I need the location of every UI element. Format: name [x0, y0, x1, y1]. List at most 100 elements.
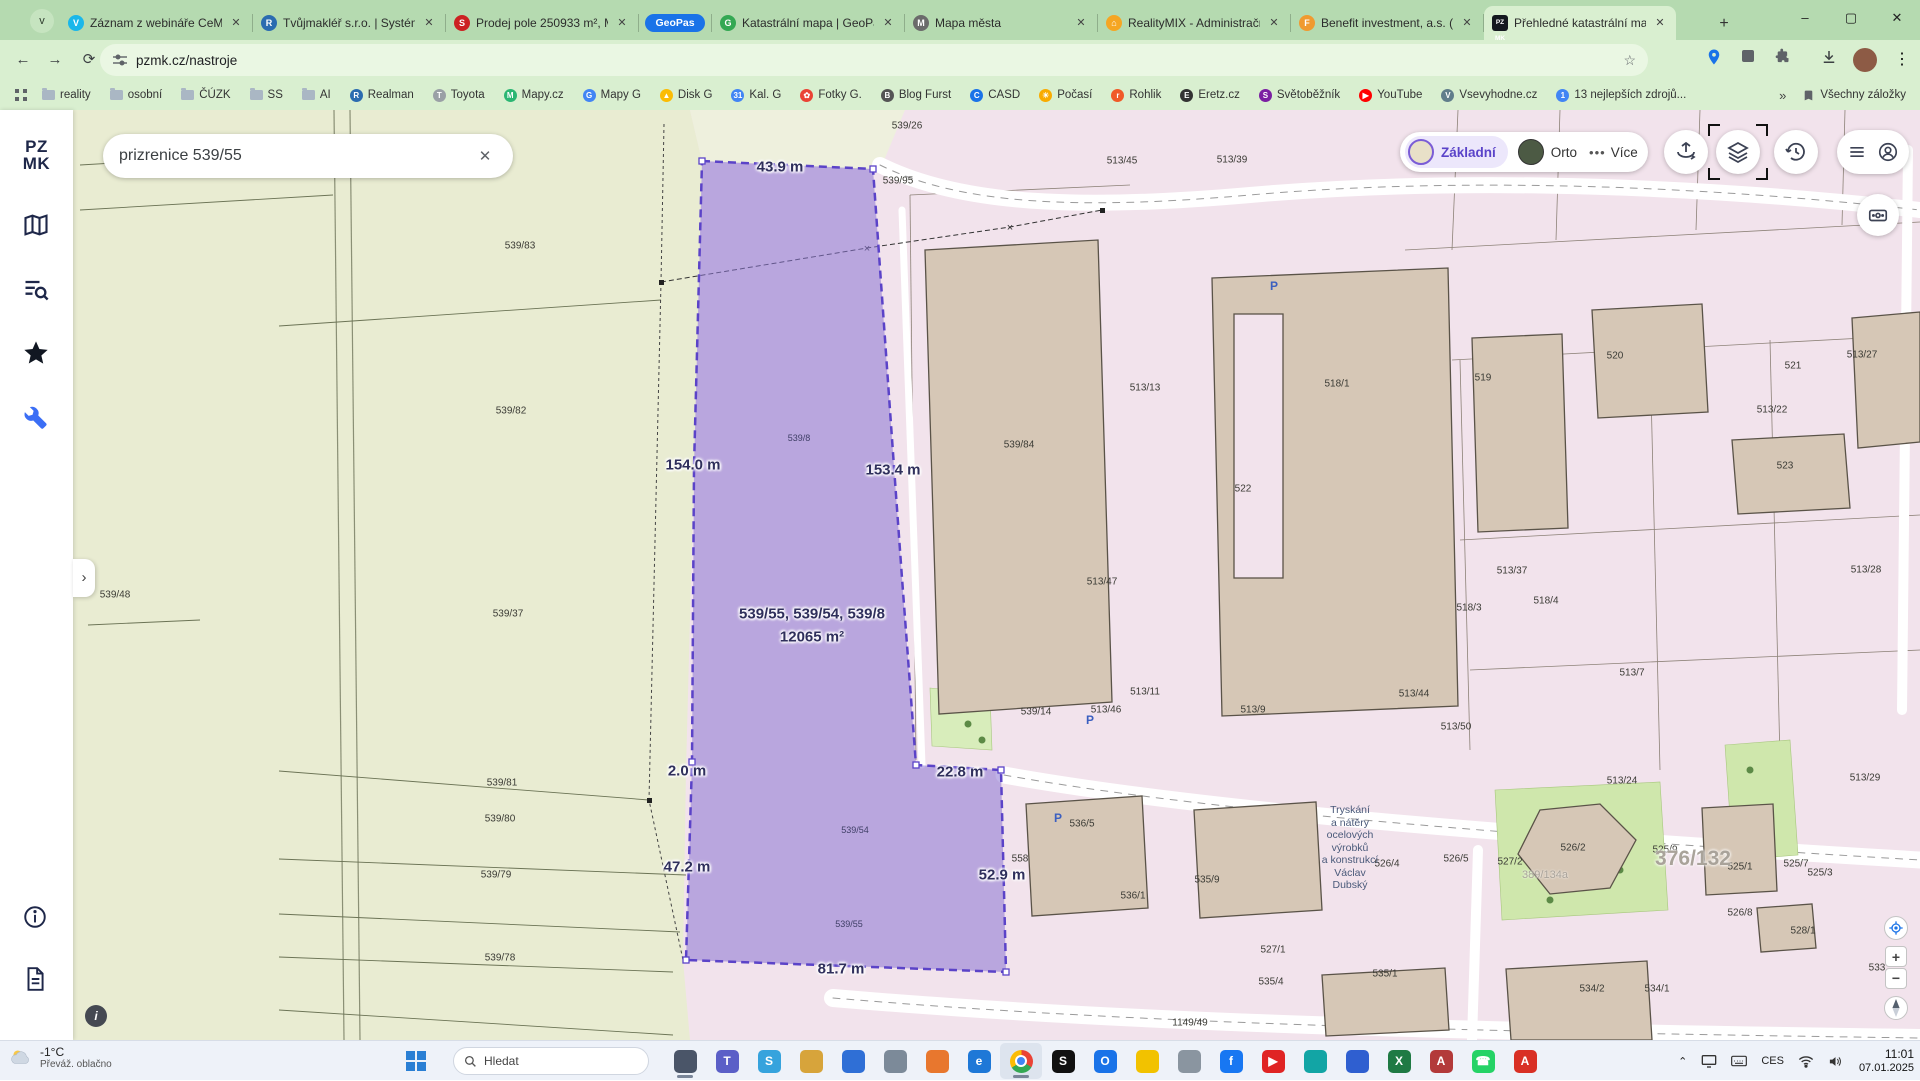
bookmark-sv-tob-n-k[interactable]: SSvětoběžník — [1259, 89, 1340, 102]
taskbar-app-excel[interactable]: X — [1378, 1043, 1420, 1079]
search-input[interactable]: prizrenice 539/55 — [119, 147, 473, 165]
monitor-icon[interactable] — [1701, 1054, 1717, 1068]
rotate-3d-button[interactable] — [1664, 130, 1708, 174]
tab-close-icon[interactable]: ✕ — [1266, 15, 1282, 31]
keyboard-icon[interactable] — [1731, 1055, 1747, 1067]
bookmark-fotky-g-[interactable]: ✿Fotky G. — [800, 89, 861, 102]
window-close-button[interactable]: ✕ — [1874, 0, 1920, 36]
taskbar-app-window-app[interactable] — [664, 1043, 706, 1079]
cadastral-map-canvas[interactable]: × × — [0, 110, 1920, 1040]
bookmark-toyota[interactable]: TToyota — [433, 89, 485, 102]
wifi-icon[interactable] — [1798, 1055, 1814, 1068]
reload-button[interactable]: ⟳ — [76, 47, 102, 73]
tab-5[interactable]: GKatastrální mapa | GeoPas.c✕ — [712, 6, 904, 40]
tab-7[interactable]: ⌂RealityMIX - Administrační✕ — [1098, 6, 1290, 40]
taskbar-app-adobe[interactable]: A — [1504, 1043, 1546, 1079]
bookmark-realman[interactable]: RRealman — [350, 89, 414, 102]
tab-close-icon[interactable]: ✕ — [880, 15, 896, 31]
extension-icon[interactable] — [1736, 48, 1760, 72]
bookmarks-overflow-chevron[interactable]: » — [1779, 88, 1786, 103]
bookmark-osobn-[interactable]: osobní — [110, 89, 163, 101]
vice-label[interactable]: Více — [1611, 145, 1638, 160]
info-circle-icon[interactable] — [22, 904, 50, 932]
taskbar-app-edge[interactable]: e — [958, 1043, 1000, 1079]
bookmark-ai[interactable]: AI — [302, 89, 331, 101]
new-tab-button[interactable]: + — [1712, 12, 1736, 36]
bookmark-reality[interactable]: reality — [42, 89, 91, 101]
window-minimize-button[interactable]: – — [1782, 0, 1828, 36]
extensions-puzzle-icon[interactable] — [1772, 48, 1796, 72]
bookmark-13-nejlep-ch-zdroj-[interactable]: 113 nejlepších zdrojů... — [1556, 89, 1686, 102]
tab-close-icon[interactable]: ✕ — [1652, 15, 1668, 31]
map-icon[interactable] — [22, 211, 50, 239]
bookmark-vsevyhodne-cz[interactable]: VVsevyhodne.cz — [1441, 89, 1537, 102]
taskbar-search-box[interactable]: Hledat — [453, 1047, 649, 1075]
tab-8[interactable]: FBenefit investment, a.s. (Iva✕ — [1291, 6, 1483, 40]
taskbar-app-camera-app[interactable] — [1168, 1043, 1210, 1079]
taskbar-app-youtube[interactable]: ▶ — [1252, 1043, 1294, 1079]
taskbar-app-store[interactable] — [832, 1043, 874, 1079]
orto-label[interactable]: Orto — [1551, 145, 1577, 160]
bookmark-kal-g[interactable]: 31Kal. G — [731, 89, 781, 102]
bookmark-ss[interactable]: SS — [250, 89, 283, 101]
zoom-in-button[interactable]: + — [1885, 946, 1907, 967]
taskbar-app-skype[interactable]: S — [748, 1043, 790, 1079]
favorites-star-icon[interactable] — [22, 339, 50, 367]
pzmk-logo[interactable]: PZMK — [0, 138, 73, 172]
tools-wrench-icon[interactable] — [22, 403, 50, 431]
account-icon[interactable] — [1877, 141, 1899, 163]
url-text[interactable]: pzmk.cz/nastroje — [136, 53, 237, 68]
list-search-icon[interactable] — [22, 275, 50, 303]
hamburger-menu-icon[interactable] — [1847, 142, 1867, 162]
history-button[interactable] — [1774, 130, 1818, 174]
bookmark-youtube[interactable]: ▶YouTube — [1359, 89, 1422, 102]
browser-menu-kebab-icon[interactable]: ⋮ — [1890, 48, 1914, 72]
locate-target-button[interactable] — [1884, 916, 1908, 940]
tab-close-icon[interactable]: ✕ — [1459, 15, 1475, 31]
tab-close-icon[interactable]: ✕ — [421, 15, 437, 31]
bookmark--zk[interactable]: ČÚZK — [181, 89, 230, 101]
tab-search-chevron-icon[interactable]: v — [30, 9, 54, 33]
language-indicator[interactable]: CES — [1761, 1055, 1784, 1067]
expand-panel-arrow[interactable]: › — [73, 559, 95, 597]
forward-button[interactable]: → — [42, 47, 68, 73]
bookmark-eretz-cz[interactable]: EEretz.cz — [1180, 89, 1240, 102]
search-clear-icon[interactable]: ✕ — [473, 147, 497, 165]
bookmark-rohlik[interactable]: rRohlik — [1111, 89, 1161, 102]
map-info-button[interactable]: i — [85, 1005, 107, 1027]
orto-thumbnail[interactable] — [1518, 139, 1544, 165]
taskbar-app-settings[interactable] — [874, 1043, 916, 1079]
taskbar-app-spotify[interactable]: S — [1042, 1043, 1084, 1079]
more-dots-icon[interactable]: ••• — [1589, 145, 1606, 160]
tab-close-icon[interactable]: ✕ — [1073, 15, 1089, 31]
back-button[interactable]: ← — [10, 47, 36, 73]
bookmark-disk-g[interactable]: ▲Disk G — [660, 89, 713, 102]
bookmark-mapy-cz[interactable]: MMapy.cz — [504, 89, 564, 102]
tab-close-icon[interactable]: ✕ — [614, 15, 630, 31]
compass-button[interactable] — [1884, 996, 1908, 1020]
apps-grid-icon[interactable] — [14, 88, 28, 102]
tab-close-icon[interactable]: ✕ — [228, 15, 244, 31]
screenshot-camera-button[interactable] — [1857, 194, 1899, 236]
profile-avatar[interactable] — [1853, 48, 1877, 72]
address-bar[interactable]: pzmk.cz/nastroje ☆ — [100, 44, 1648, 76]
location-pin-icon[interactable] — [1702, 48, 1726, 72]
layers-button[interactable] — [1716, 130, 1760, 174]
taskbar-app-whatsapp[interactable]: ☎ — [1462, 1043, 1504, 1079]
tab-2[interactable]: RTvůjmakléř s.r.o. | Systém R✕ — [253, 6, 445, 40]
map-search-box[interactable]: prizrenice 539/55 ✕ — [103, 134, 513, 178]
basemap-zakladni-chip[interactable]: Základní — [1405, 136, 1508, 168]
taskbar-app-facebook[interactable]: f — [1210, 1043, 1252, 1079]
taskbar-app-notes[interactable] — [1126, 1043, 1168, 1079]
taskbar-app-movies[interactable] — [1336, 1043, 1378, 1079]
bookmark-star-icon[interactable]: ☆ — [1623, 52, 1636, 69]
volume-icon[interactable] — [1828, 1055, 1843, 1068]
taskbar-app-teams[interactable]: T — [706, 1043, 748, 1079]
weather-widget[interactable]: -1°C Převáž. oblačno — [8, 1044, 112, 1070]
hidden-icons-chevron[interactable]: ⌃ — [1678, 1055, 1687, 1068]
taskbar-app-firefox[interactable] — [916, 1043, 958, 1079]
taskbar-app-access[interactable]: A — [1420, 1043, 1462, 1079]
tab-6[interactable]: MMapa města✕ — [905, 6, 1097, 40]
tab-4[interactable]: GeoPas — [639, 6, 711, 40]
taskbar-app-browser-colored[interactable] — [790, 1043, 832, 1079]
